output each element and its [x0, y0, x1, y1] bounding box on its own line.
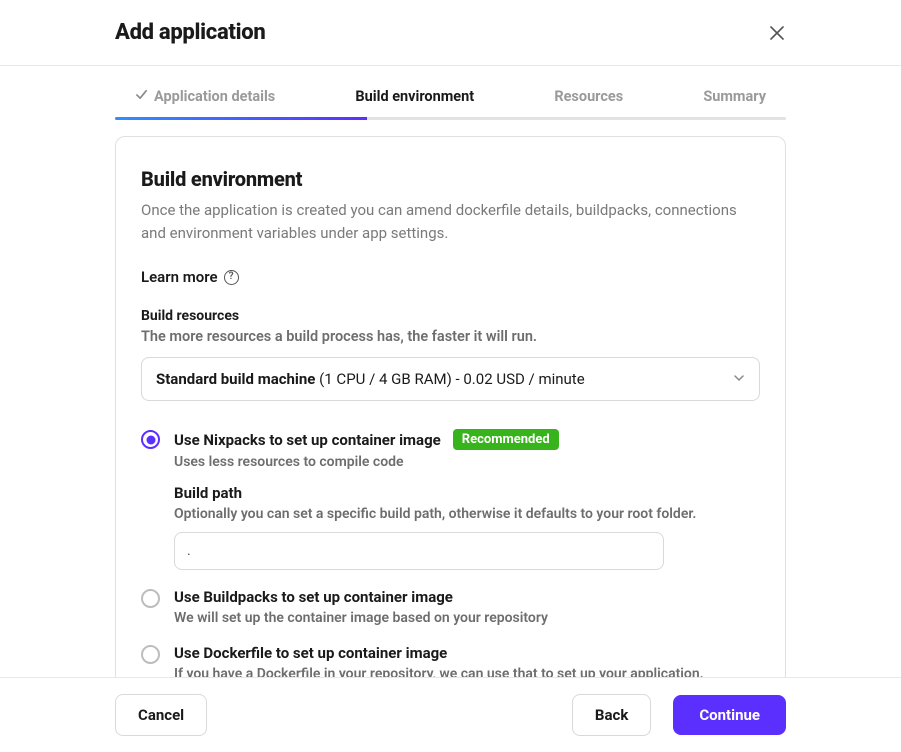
chevron-down-icon	[733, 370, 745, 388]
radio-nixpacks: Use Nixpacks to set up container image R…	[141, 429, 760, 570]
build-machine-value: Standard build machine (1 CPU / 4 GB RAM…	[156, 370, 585, 388]
radio-nixpacks-desc: Uses less resources to compile code	[174, 454, 696, 470]
step-label: Resources	[554, 88, 623, 105]
close-icon[interactable]	[768, 24, 786, 42]
learn-more-text: Learn more	[141, 268, 218, 286]
back-button[interactable]: Back	[572, 694, 651, 736]
radio-input-nixpacks[interactable]	[141, 430, 160, 449]
wizard-steps: Application details Build environment Re…	[115, 66, 786, 117]
step-build-environment[interactable]: Build environment	[355, 88, 474, 105]
radio-buildpacks: Use Buildpacks to set up container image…	[141, 588, 760, 626]
build-machine-spec: (1 CPU / 4 GB RAM) - 0.02 USD / minute	[315, 370, 584, 388]
check-icon	[135, 88, 148, 105]
recommended-badge: Recommended	[453, 429, 559, 450]
step-resources[interactable]: Resources	[554, 88, 623, 105]
build-machine-select[interactable]: Standard build machine (1 CPU / 4 GB RAM…	[141, 357, 760, 401]
step-label: Application details	[154, 88, 275, 105]
learn-more-link[interactable]: Learn more ?	[141, 268, 760, 286]
step-label: Build environment	[355, 88, 474, 105]
build-machine-name: Standard build machine	[156, 370, 315, 388]
build-path-input[interactable]	[174, 532, 664, 570]
progress-fill	[115, 117, 367, 120]
step-label: Summary	[703, 88, 766, 105]
dialog-footer: Cancel Back Continue	[0, 677, 901, 752]
step-summary[interactable]: Summary	[703, 88, 766, 105]
build-path-desc: Optionally you can set a specific build …	[174, 506, 696, 522]
progress-track	[115, 117, 786, 120]
radio-buildpacks-title: Use Buildpacks to set up container image	[174, 588, 453, 606]
build-resources-desc: The more resources a build process has, …	[141, 328, 760, 345]
radio-nixpacks-title: Use Nixpacks to set up container image	[174, 431, 441, 449]
radio-input-buildpacks[interactable]	[141, 589, 160, 608]
build-method-radio-group: Use Nixpacks to set up container image R…	[141, 429, 760, 682]
radio-buildpacks-desc: We will set up the container image based…	[174, 610, 548, 626]
build-resources-label: Build resources	[141, 308, 760, 324]
radio-input-dockerfile[interactable]	[141, 645, 160, 664]
build-env-card: Build environment Once the application i…	[115, 136, 786, 711]
radio-dockerfile-title: Use Dockerfile to set up container image	[174, 644, 447, 662]
section-title: Build environment	[141, 167, 760, 191]
dialog-header: Add application	[0, 0, 901, 66]
dialog-title: Add application	[115, 20, 265, 45]
help-icon: ?	[224, 270, 239, 285]
cancel-button[interactable]: Cancel	[115, 694, 207, 736]
step-application-details[interactable]: Application details	[135, 88, 275, 105]
content: Application details Build environment Re…	[0, 66, 901, 711]
section-description: Once the application is created you can …	[141, 199, 760, 244]
continue-button[interactable]: Continue	[673, 695, 786, 735]
build-path-label: Build path	[174, 484, 696, 502]
